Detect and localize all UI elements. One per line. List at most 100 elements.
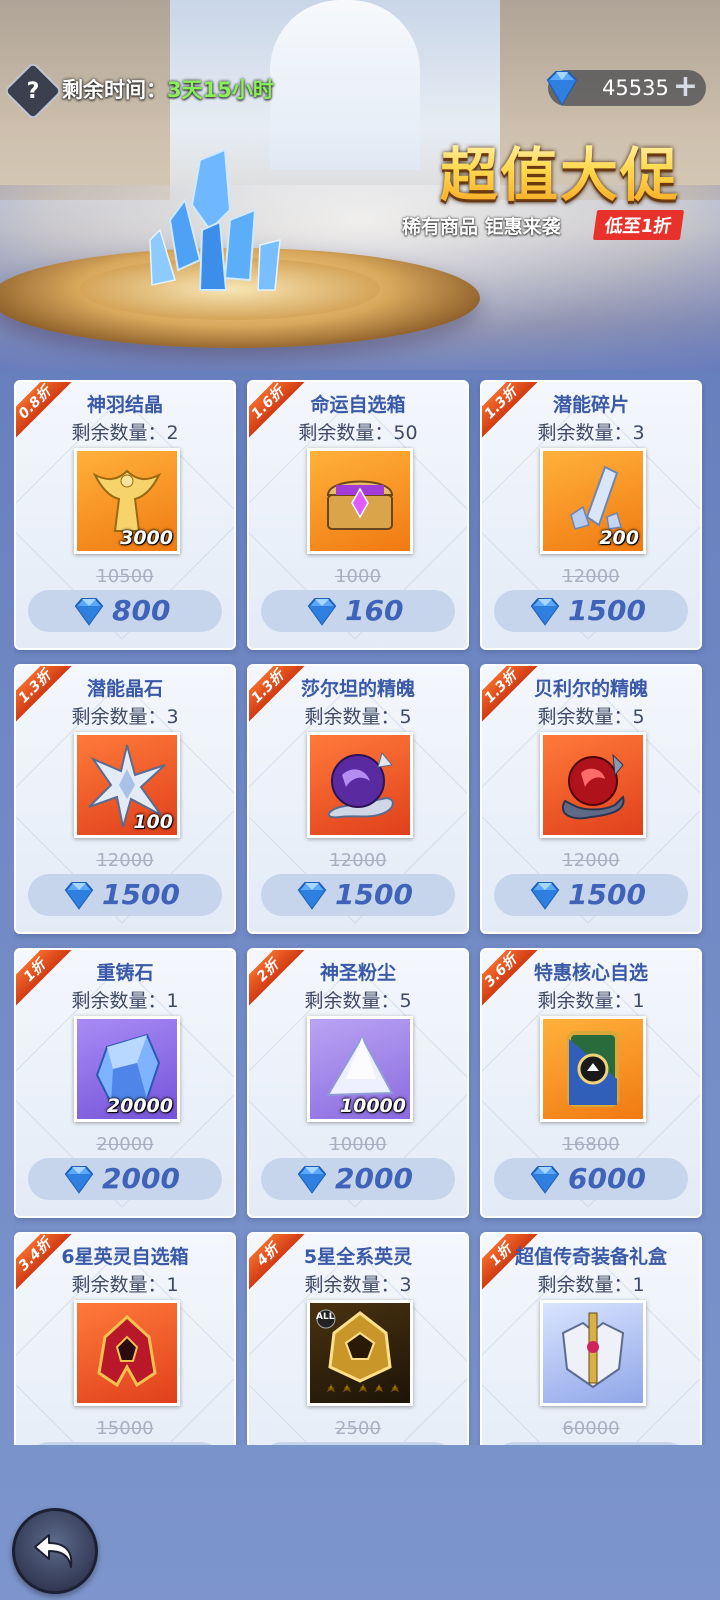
- back-button[interactable]: [12, 1508, 98, 1594]
- item-stock: 剩余数量：1: [71, 1274, 179, 1296]
- diamond-icon: [64, 1166, 94, 1194]
- arched-window: [270, 0, 420, 170]
- item-name: 6星英灵自选箱: [61, 1246, 189, 1268]
- sale-price: 1500: [568, 878, 646, 911]
- sale-price: 1500: [335, 878, 413, 911]
- original-price: 10500: [96, 566, 154, 587]
- phoenix-emblem-icon[interactable]: 3000: [74, 448, 180, 554]
- diamond-icon: [297, 882, 327, 910]
- all-badge: ALL: [316, 1312, 335, 1322]
- diamond-icon: [297, 1166, 327, 1194]
- item-quantity: 3000: [120, 527, 173, 549]
- item-name: 命运自选箱: [310, 394, 406, 416]
- original-price: 16800: [562, 1134, 620, 1155]
- shop-item-card[interactable]: 1.3折 莎尔坦的精魄 剩余数量：5 12000 1500: [247, 664, 469, 934]
- original-price: 12000: [562, 566, 620, 587]
- star-crystal-icon[interactable]: 100: [74, 732, 180, 838]
- buy-button[interactable]: 160: [261, 590, 455, 632]
- shop-item-card[interactable]: 1.3折 潜能晶石 剩余数量：3 100 12000 1500: [14, 664, 236, 934]
- shop-item-card[interactable]: 4折5星全系英灵剩余数量：3ALL25001000: [247, 1232, 469, 1445]
- currency-amount: 45535: [602, 76, 669, 100]
- item-stock: 剩余数量：3: [71, 706, 179, 728]
- item-name: 5星全系英灵: [303, 1246, 413, 1268]
- item-name: 特惠核心自选: [533, 962, 648, 984]
- item-name: 潜能碎片: [552, 394, 629, 416]
- add-currency-button[interactable]: +: [673, 72, 698, 102]
- shop-item-card[interactable]: 2折 神圣粉尘 剩余数量：5 10000 10000 2000: [247, 948, 469, 1218]
- item-name: 神圣粉尘: [319, 962, 396, 984]
- item-stock: 剩余数量：5: [304, 990, 412, 1012]
- item-stock: 剩余数量：50: [298, 422, 418, 444]
- core-card-icon[interactable]: [540, 1016, 646, 1122]
- diamond-icon: [530, 882, 560, 910]
- item-name: 神羽结晶: [86, 394, 163, 416]
- buy-button[interactable]: 1500: [261, 874, 455, 916]
- shop-item-card[interactable]: 1折 重铸石 剩余数量：1 20000 20000 2000: [14, 948, 236, 1218]
- shop-item-card[interactable]: 1折超值传奇装备礼盒剩余数量：1600006000: [480, 1232, 702, 1445]
- original-price: 2500: [335, 1418, 381, 1439]
- buy-button[interactable]: 6000: [494, 1442, 688, 1445]
- buy-button[interactable]: 800: [28, 590, 222, 632]
- buy-button[interactable]: 2000: [261, 1158, 455, 1200]
- item-artwork: [327, 751, 394, 819]
- diamond-icon: [64, 882, 94, 910]
- shop-item-card[interactable]: 1.6折 命运自选箱 剩余数量：50 1000 160: [247, 380, 469, 650]
- buy-button[interactable]: 2000: [28, 1158, 222, 1200]
- item-name: 重铸石: [96, 962, 154, 984]
- item-stock: 剩余数量：5: [537, 706, 645, 728]
- armor-box-icon[interactable]: [540, 1300, 646, 1406]
- buy-button[interactable]: 1500: [494, 874, 688, 916]
- buy-button[interactable]: 1500: [494, 590, 688, 632]
- item-quantity: 10000: [339, 1095, 406, 1117]
- item-quantity: 20000: [106, 1095, 173, 1117]
- timer-value: 3天15小时: [167, 78, 274, 102]
- crystal-shard-icon[interactable]: 200: [540, 448, 646, 554]
- original-price: 12000: [562, 850, 620, 871]
- buy-button[interactable]: 1500: [28, 874, 222, 916]
- item-artwork: [562, 753, 625, 820]
- item-stock: 剩余数量：5: [304, 706, 412, 728]
- sale-price: 2000: [102, 1162, 180, 1195]
- holy-dust-icon[interactable]: 10000: [307, 1016, 413, 1122]
- red-helmet-icon[interactable]: [74, 1300, 180, 1406]
- buy-button[interactable]: 6000: [494, 1158, 688, 1200]
- treasure-chest-icon[interactable]: [307, 448, 413, 554]
- red-orb-icon[interactable]: [540, 732, 646, 838]
- remaining-time: 剩余时间：3天15小时: [62, 74, 274, 104]
- item-artwork: [97, 1314, 157, 1388]
- sale-price: 6000: [568, 1162, 646, 1195]
- crystal-cluster-icon: [149, 150, 281, 291]
- item-artwork: [326, 480, 394, 530]
- shop-item-card[interactable]: 1.3折 贝利尔的精魄 剩余数量：5 12000 1500: [480, 664, 702, 934]
- item-name: 莎尔坦的精魄: [300, 678, 415, 700]
- item-artwork: [561, 1312, 625, 1389]
- shop-item-card[interactable]: 0.8折 神羽结晶 剩余数量：2 3000 10500 800: [14, 380, 236, 650]
- reforge-stone-icon[interactable]: 20000: [74, 1016, 180, 1122]
- gold-helmet-icon[interactable]: ALL: [307, 1300, 413, 1406]
- diamond-icon: [546, 71, 578, 106]
- promo-banner: ? 剩余时间：3天15小时 45535 + 超值大促 稀有商品 钜惠来袭 低至1…: [0, 0, 720, 370]
- item-stock: 剩余数量：1: [537, 990, 645, 1012]
- sale-price: 800: [112, 594, 171, 627]
- back-arrow-icon: [34, 1534, 73, 1568]
- sale-price: 2000: [335, 1162, 413, 1195]
- item-name: 潜能晶石: [86, 678, 163, 700]
- item-stock: 剩余数量：1: [71, 990, 179, 1012]
- buy-button[interactable]: 5000: [28, 1442, 222, 1445]
- promo-subtitle: 稀有商品 钜惠来袭: [402, 216, 561, 238]
- original-price: 12000: [96, 850, 154, 871]
- shop-item-card[interactable]: 1.3折 潜能碎片 剩余数量：3 200 12000 1500: [480, 380, 702, 650]
- promo-discount-tag: 低至1折: [592, 210, 684, 240]
- original-price: 15000: [96, 1418, 154, 1439]
- currency-display: 45535 +: [546, 70, 706, 106]
- shop-item-card[interactable]: 3.6折 特惠核心自选 剩余数量：1 16800 6000: [480, 948, 702, 1218]
- purple-orb-icon[interactable]: [307, 732, 413, 838]
- item-stock: 剩余数量：2: [71, 422, 179, 444]
- original-price: 12000: [329, 850, 387, 871]
- item-artwork: [567, 1031, 619, 1107]
- item-stock: 剩余数量：3: [304, 1274, 412, 1296]
- original-price: 1000: [335, 566, 381, 587]
- item-name: 贝利尔的精魄: [533, 678, 648, 700]
- shop-item-card[interactable]: 3.4折6星英灵自选箱剩余数量：1150005000: [14, 1232, 236, 1445]
- buy-button[interactable]: 1000: [261, 1442, 455, 1445]
